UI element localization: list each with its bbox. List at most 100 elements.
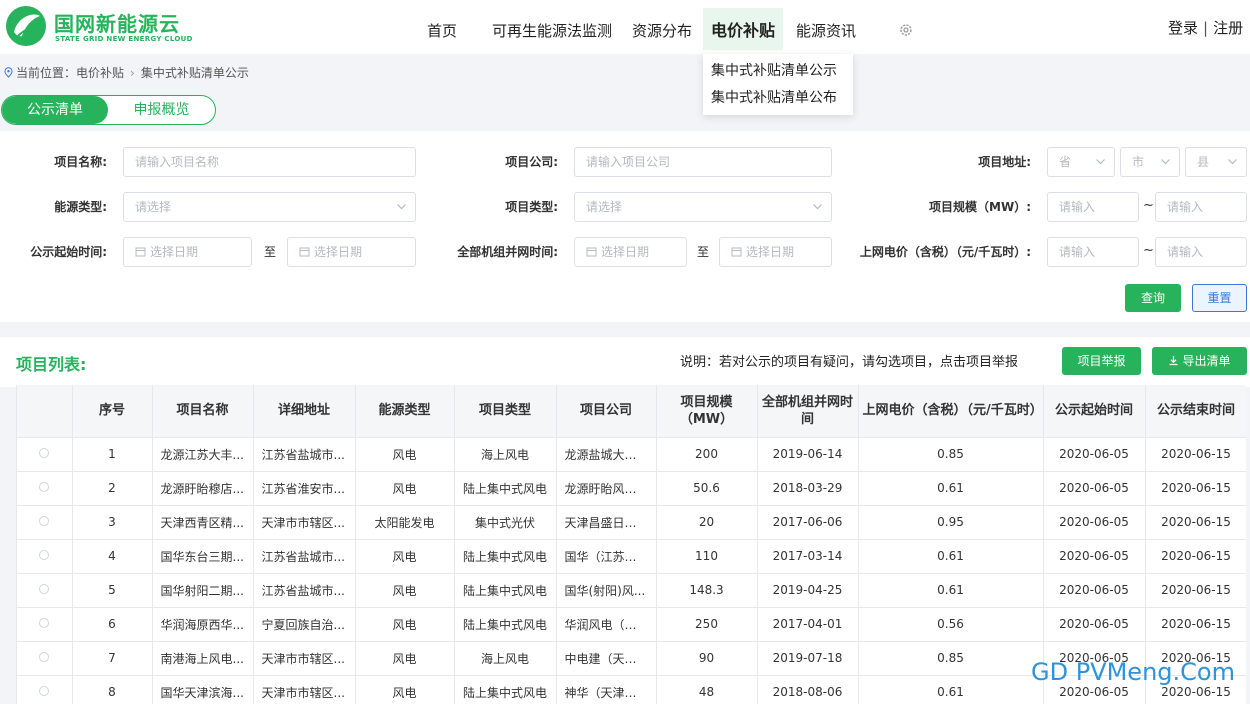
table-cell: 国华(射阳)风... xyxy=(556,573,657,608)
city-select[interactable]: 市 xyxy=(1120,147,1180,177)
county-select[interactable]: 县 xyxy=(1185,147,1247,177)
row-select-cell[interactable] xyxy=(17,641,73,676)
publicity-start-from[interactable]: 选择日期 xyxy=(123,237,252,267)
table-cell: 2019-06-14 xyxy=(757,437,859,472)
login-link[interactable]: 登录 xyxy=(1168,19,1198,37)
scale-min-input[interactable]: 请输入 xyxy=(1047,192,1139,222)
tab-application-overview[interactable]: 申报概览 xyxy=(108,96,215,124)
table-cell: 华润风电（海... xyxy=(556,607,657,642)
table-cell: 2020-06-05 xyxy=(1043,437,1146,472)
energy-type-select[interactable]: 请选择 xyxy=(123,192,416,222)
row-radio[interactable] xyxy=(39,686,50,696)
table-cell: 风电 xyxy=(355,471,455,506)
row-select-cell[interactable] xyxy=(17,607,73,642)
reset-button[interactable]: 重置 xyxy=(1192,284,1247,312)
table-header-cell: 公示结束时间 xyxy=(1145,385,1246,438)
table-cell: 江苏省盐城市... xyxy=(253,573,356,608)
grid-time-from[interactable]: 选择日期 xyxy=(574,237,687,267)
query-button[interactable]: 查询 xyxy=(1125,284,1181,312)
table-row[interactable]: 5 国华射阳二期... 江苏省盐城市... 风电 陆上集中式风电 国华(射阳)风... 14… xyxy=(17,573,1246,608)
table-cell: 江苏省淮安市... xyxy=(253,471,356,506)
grid-time-to-placeholder: 选择日期 xyxy=(746,245,795,259)
register-link[interactable]: 注册 xyxy=(1213,19,1243,37)
table-cell: 2020-06-15 xyxy=(1145,505,1246,540)
price-min-input[interactable]: 请输入 xyxy=(1047,237,1139,267)
table-cell: 2020-06-15 xyxy=(1145,573,1246,608)
project-company-input[interactable]: 请输入项目公司 xyxy=(574,147,832,177)
auth-links: 登录 | 注册 xyxy=(1168,17,1243,38)
chevron-down-icon xyxy=(813,204,822,210)
table-row[interactable]: 1 龙源江苏大丰... 江苏省盐城市... 风电 海上风电 龙源盐城大丰... 200 201… xyxy=(17,437,1246,472)
table-cell: 国华射阳二期... xyxy=(152,573,254,608)
brand-logo[interactable]: 国网新能源云 STATE GRID NEW ENERGY CLOUD xyxy=(0,2,200,50)
table-cell: 6 xyxy=(72,607,153,642)
publicity-start-to[interactable]: 选择日期 xyxy=(287,237,416,267)
table-cell: 宁夏回族自治... xyxy=(253,607,356,642)
province-select[interactable]: 省 xyxy=(1047,147,1115,177)
table-cell: 国华东台三期... xyxy=(152,539,254,574)
grid-time-to[interactable]: 选择日期 xyxy=(719,237,832,267)
table-header-cell: 序号 xyxy=(72,385,153,438)
nav-renewable-law[interactable]: 可再生能源法监测 xyxy=(492,8,612,50)
scale-max-input[interactable]: 请输入 xyxy=(1155,192,1247,222)
table-row[interactable]: 2 龙源盱眙穆店... 江苏省淮安市... 风电 陆上集中式风电 龙源盱眙风力... 50.… xyxy=(17,471,1246,506)
table-cell: 风电 xyxy=(355,607,455,642)
table-cell: 5 xyxy=(72,573,153,608)
table-cell: 1 xyxy=(72,437,153,472)
table-cell: 0.85 xyxy=(858,437,1044,472)
city-placeholder: 市 xyxy=(1132,155,1145,169)
price-max-input[interactable]: 请输入 xyxy=(1155,237,1247,267)
gear-icon[interactable] xyxy=(898,22,914,38)
nav-resource-distribution[interactable]: 资源分布 xyxy=(632,8,692,50)
project-name-label: 项目名称: xyxy=(54,155,107,169)
menu-item-publicity[interactable]: 集中式补贴清单公示 xyxy=(703,60,853,87)
table-row[interactable]: 4 国华东台三期... 江苏省盐城市... 风电 陆上集中式风电 国华（江苏）... 110… xyxy=(17,539,1246,574)
report-project-button[interactable]: 项目举报 xyxy=(1062,347,1141,375)
row-radio[interactable] xyxy=(39,448,50,458)
table-cell: 海上风电 xyxy=(454,641,557,676)
project-list-note: 说明：若对公示的项目有疑问，请勾选项目，点击项目举报 xyxy=(680,355,1019,370)
breadcrumb-level1[interactable]: 电价补贴 xyxy=(76,66,124,80)
row-radio[interactable] xyxy=(39,584,50,594)
export-list-button[interactable]: 导出清单 xyxy=(1152,347,1247,375)
nav-price-subsidy[interactable]: 电价补贴 xyxy=(703,8,784,50)
breadcrumb: 当前位置：电价补贴 › 集中式补贴清单公示 xyxy=(0,58,700,88)
list-tabs: 公示清单 申报概览 xyxy=(1,95,216,125)
row-select-cell[interactable] xyxy=(17,573,73,608)
table-cell: 2020-06-15 xyxy=(1145,471,1246,506)
table-header-cell: 上网电价（含税）（元/千瓦时） xyxy=(858,385,1044,438)
table-cell: 2018-08-06 xyxy=(757,675,859,704)
table-header-cell: 公示起始时间 xyxy=(1043,385,1146,438)
project-name-input[interactable]: 请输入项目名称 xyxy=(123,147,416,177)
menu-item-publication[interactable]: 集中式补贴清单公布 xyxy=(703,87,853,114)
row-radio[interactable] xyxy=(39,618,50,628)
project-type-select[interactable]: 请选择 xyxy=(574,192,832,222)
nav-home[interactable]: 首页 xyxy=(427,8,457,50)
price-label: 上网电价（含税）（元/千瓦时）: xyxy=(859,245,1031,259)
row-radio[interactable] xyxy=(39,550,50,560)
publicity-start-separator: 至 xyxy=(264,245,277,259)
row-select-cell[interactable] xyxy=(17,539,73,574)
table-cell: 4 xyxy=(72,539,153,574)
table-cell: 陆上集中式风电 xyxy=(454,675,557,704)
brand-subtitle: STATE GRID NEW ENERGY CLOUD xyxy=(55,35,193,43)
table-cell: 南港海上风电... xyxy=(152,641,254,676)
table-row[interactable]: 6 华润海原西华... 宁夏回族自治... 风电 陆上集中式风电 华润风电（海... 250… xyxy=(17,607,1246,642)
row-radio[interactable] xyxy=(39,516,50,526)
tab-publicity-list[interactable]: 公示清单 xyxy=(2,96,108,124)
row-select-cell[interactable] xyxy=(17,505,73,540)
project-list-title: 项目列表: xyxy=(16,355,87,374)
row-radio[interactable] xyxy=(39,482,50,492)
table-row[interactable]: 3 天津西青区精... 天津市市辖区... 太阳能发电 集中式光伏 天津昌盛日电... 20… xyxy=(17,505,1246,540)
nav-energy-news[interactable]: 能源资讯 xyxy=(796,8,856,50)
table-header-cell: 项目规模（MW） xyxy=(656,385,758,438)
table-cell: 风电 xyxy=(355,437,455,472)
calendar-icon xyxy=(586,247,597,257)
location-pin-icon xyxy=(4,67,13,78)
row-select-cell[interactable] xyxy=(17,675,73,704)
row-radio[interactable] xyxy=(39,652,50,662)
table-cell: 7 xyxy=(72,641,153,676)
subsidy-dropdown-menu: 集中式补贴清单公示 集中式补贴清单公布 xyxy=(703,54,853,115)
row-select-cell[interactable] xyxy=(17,471,73,506)
row-select-cell[interactable] xyxy=(17,437,73,472)
